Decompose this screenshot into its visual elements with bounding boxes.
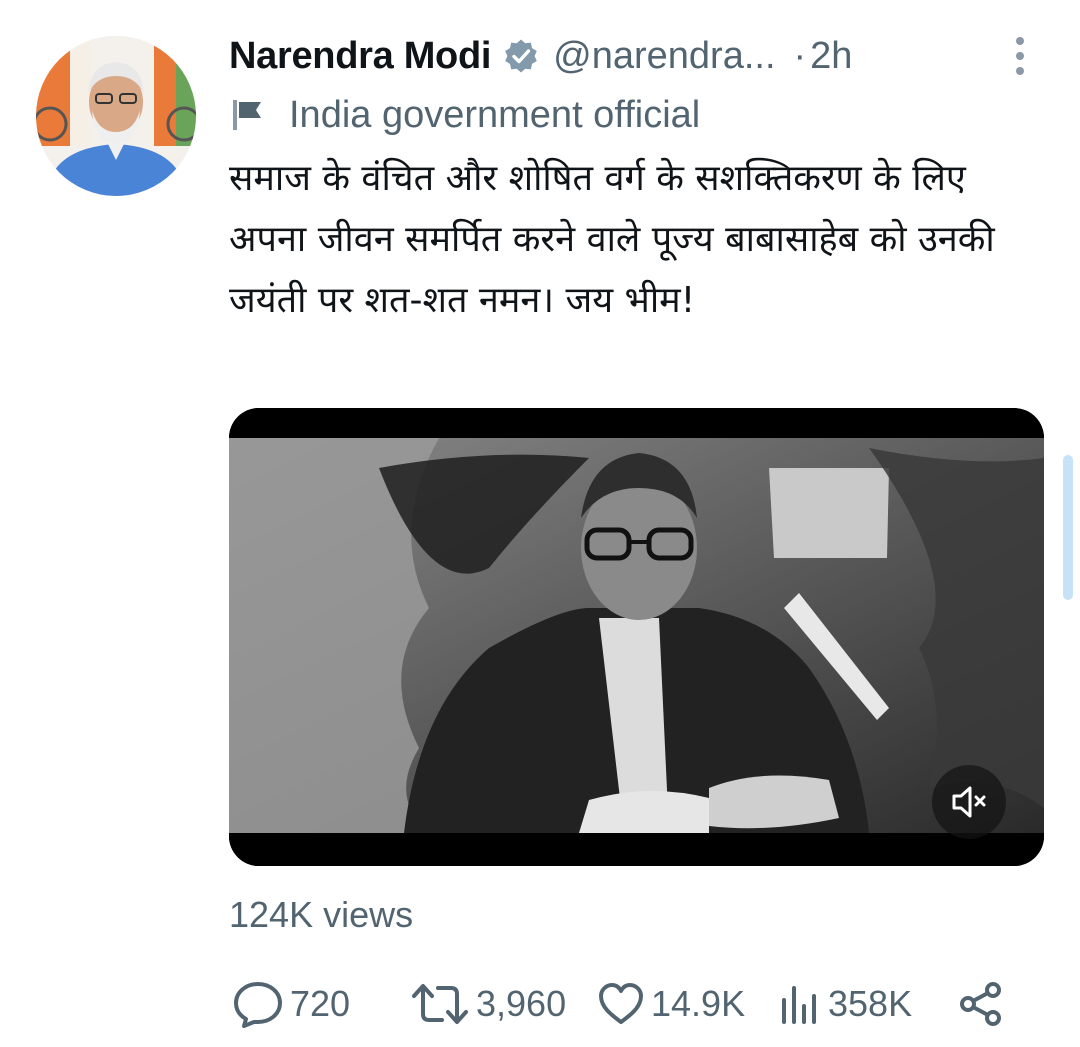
analytics-count: 358K — [828, 983, 913, 1024]
analytics-icon — [782, 986, 816, 1024]
separator-dot: · — [793, 34, 807, 77]
tweet-timestamp[interactable]: 2h — [810, 35, 852, 78]
more-options-icon[interactable] — [1013, 36, 1027, 76]
retweet-button[interactable]: 3,960 — [410, 976, 566, 1032]
scroll-indicator[interactable] — [1063, 455, 1073, 600]
flag-icon — [229, 98, 269, 132]
tweet-text: समाज के वंचित और शोषित वर्ग के सशक्तिकरण… — [229, 158, 995, 321]
video-thumbnail — [229, 408, 1044, 866]
video-player[interactable] — [229, 408, 1044, 866]
author-avatar[interactable] — [36, 36, 196, 196]
reply-button[interactable]: 720 — [232, 976, 350, 1032]
action-bar: 720 3,960 14.9K 358K — [232, 976, 1032, 1032]
volume-muted-icon — [952, 786, 986, 818]
retweet-icon — [412, 984, 468, 1024]
like-count: 14.9K — [651, 983, 746, 1024]
like-button[interactable]: 14.9K — [597, 976, 745, 1032]
mute-toggle-button[interactable] — [932, 765, 1006, 839]
heart-icon — [599, 983, 643, 1024]
account-label-text: India government official — [289, 93, 701, 136]
account-label[interactable]: India government official — [229, 90, 700, 140]
verified-badge-icon — [503, 38, 539, 74]
retweet-count: 3,960 — [476, 983, 567, 1024]
share-icon — [960, 982, 1001, 1026]
reply-count: 720 — [290, 983, 351, 1024]
avatar-image — [36, 36, 196, 196]
analytics-button[interactable]: 358K — [778, 976, 912, 1032]
author-handle[interactable]: @narendra... — [553, 35, 775, 78]
author-name[interactable]: Narendra Modi — [229, 35, 491, 78]
reply-icon — [234, 982, 282, 1028]
view-count[interactable]: 124K views — [229, 894, 413, 936]
tweet-header: Narendra Modi @narendra... · 2h — [229, 28, 1029, 84]
share-button[interactable] — [958, 976, 1004, 1032]
